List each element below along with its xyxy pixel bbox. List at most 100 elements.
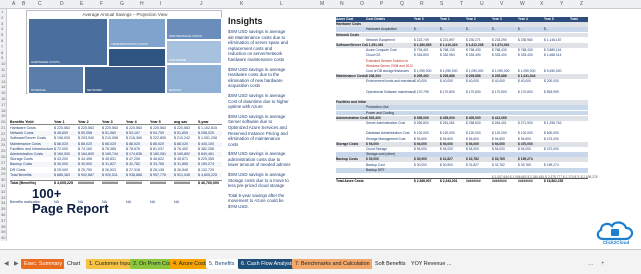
- row-number[interactable]: 14: [1, 84, 5, 89]
- row-number[interactable]: 3: [1, 21, 3, 26]
- summary-cell: $ 220,563: [150, 126, 166, 130]
- cost-cell: Server Administration Cost: [366, 121, 406, 125]
- column-header[interactable]: L: [280, 1, 283, 7]
- row-number[interactable]: 36: [1, 212, 5, 217]
- treemap-cell[interactable]: MAINTENANCE COSTS: [166, 18, 222, 40]
- row-number[interactable]: 25: [1, 148, 5, 153]
- cost-cell: $ 205,886: [440, 74, 455, 79]
- row-number[interactable]: 29: [1, 171, 5, 176]
- column-header[interactable]: P: [380, 1, 383, 7]
- cost-cell: $ 40,000: [492, 79, 505, 84]
- column-header[interactable]: B: [22, 1, 25, 7]
- row-number[interactable]: 39: [1, 229, 5, 234]
- sheet-tab[interactable]: 1. Customer Input: [86, 259, 135, 269]
- cost-cell: $ 94,600: [518, 136, 531, 141]
- cost-table-row: Backup Costs $ 30,000 $ 30,900 $ 31,827 $ 32…: [336, 157, 588, 163]
- tab-scroll-right-icon[interactable]: ▶: [14, 259, 19, 269]
- row-number[interactable]: 40: [1, 235, 5, 240]
- cost-table-row: Administration Costs$ 525,400 $ 395,000 $ …: [336, 115, 588, 121]
- column-header[interactable]: S: [440, 1, 443, 7]
- column-header[interactable]: Y: [560, 1, 563, 7]
- row-number[interactable]: 15: [1, 90, 5, 95]
- row-number[interactable]: 9: [1, 55, 3, 60]
- column-header[interactable]: I: [160, 1, 161, 7]
- row-number[interactable]: 21: [1, 125, 5, 130]
- row-number[interactable]: 1: [1, 9, 3, 14]
- column-header[interactable]: V: [500, 1, 503, 7]
- sheet-tab[interactable]: 7. Benchmarks and Calculation: [292, 259, 373, 269]
- column-header[interactable]: T: [460, 1, 463, 7]
- more-tabs-button[interactable]: ...: [588, 259, 593, 269]
- column-header[interactable]: A: [12, 1, 15, 7]
- row-number[interactable]: 31: [1, 183, 5, 188]
- row-number[interactable]: 23: [1, 137, 5, 142]
- column-header[interactable]: K: [240, 1, 243, 7]
- cost-cell: Network Costs: [336, 32, 360, 37]
- row-number[interactable]: 37: [1, 218, 5, 223]
- tab-scroll-left-icon[interactable]: ◀: [4, 259, 9, 269]
- row-number[interactable]: 16: [1, 96, 5, 101]
- row-number[interactable]: 22: [1, 131, 5, 136]
- column-header[interactable]: Z: [580, 1, 583, 7]
- add-sheet-button[interactable]: +: [601, 259, 605, 269]
- row-number[interactable]: 13: [1, 79, 5, 84]
- row-number[interactable]: 28: [1, 166, 5, 171]
- insight-paragraph: $XM USD savings in average Storage costs…: [228, 172, 289, 189]
- treemap-cell[interactable]: STORAGE: [28, 66, 84, 94]
- column-header[interactable]: H: [140, 1, 144, 7]
- row-number[interactable]: 10: [1, 61, 5, 66]
- treemap-cell[interactable]: BACKUP: [166, 64, 222, 94]
- row-number[interactable]: 2: [1, 15, 3, 20]
- row-number[interactable]: 32: [1, 189, 5, 194]
- column-header[interactable]: O: [360, 1, 364, 7]
- cost-cell: Total Azure Costs: [336, 179, 364, 184]
- row-number[interactable]: 5: [1, 32, 3, 37]
- column-header[interactable]: N: [340, 1, 344, 7]
- row-number[interactable]: 18: [1, 108, 5, 113]
- row-number[interactable]: 30: [1, 177, 5, 182]
- treemap-cell[interactable]: ADMINISTRATION COSTS: [108, 18, 166, 48]
- column-header[interactable]: R: [420, 1, 424, 7]
- treemap-chart[interactable]: Average Annual Savings – Projection View…: [26, 10, 222, 94]
- row-number[interactable]: 35: [1, 206, 5, 211]
- row-number[interactable]: 4: [1, 26, 3, 31]
- column-header[interactable]: U: [480, 1, 484, 7]
- row-number[interactable]: 8: [1, 50, 3, 55]
- treemap-cell[interactable]: HARDWARE COSTS: [28, 18, 108, 66]
- sheet-tab[interactable]: 6. Cash Flow Analysis: [238, 259, 297, 269]
- column-header[interactable]: F: [100, 1, 103, 7]
- row-number[interactable]: 6: [1, 38, 3, 43]
- sheet-tab[interactable]: Exec. Summary: [21, 259, 66, 269]
- row-number[interactable]: 11: [1, 67, 5, 72]
- row-number[interactable]: 24: [1, 142, 5, 147]
- column-header[interactable]: C: [38, 1, 42, 7]
- row-number[interactable]: 12: [1, 73, 5, 78]
- column-header[interactable]: Q: [400, 1, 404, 7]
- row-number[interactable]: 20: [1, 119, 5, 124]
- column-header[interactable]: D: [60, 1, 64, 7]
- column-header[interactable]: G: [120, 1, 124, 7]
- column-header[interactable]: W: [520, 1, 525, 7]
- row-number[interactable]: 26: [1, 154, 5, 159]
- sheet-tab[interactable]: 5. Benefits: [206, 259, 238, 269]
- column-header[interactable]: J: [200, 1, 203, 7]
- row-number[interactable]: 19: [1, 113, 5, 118]
- column-header[interactable]: M: [320, 1, 324, 7]
- row-number[interactable]: 7: [1, 44, 3, 49]
- row-number[interactable]: 34: [1, 200, 5, 205]
- summary-cell: $ 31,827: [102, 162, 116, 167]
- cost-cell: Cloud Storage: [366, 147, 388, 151]
- row-number[interactable]: 33: [1, 195, 5, 200]
- treemap-cell-label: MAINTENANCE COSTS: [169, 34, 203, 38]
- sheet-tab[interactable]: Soft Benefits: [372, 259, 409, 269]
- column-header[interactable]: E: [80, 1, 83, 7]
- sheet-tab[interactable]: Chart: [64, 259, 84, 269]
- sheet-tab[interactable]: 4. Azure Costs: [170, 259, 212, 269]
- row-number[interactable]: 38: [1, 224, 5, 229]
- row-number[interactable]: 27: [1, 160, 5, 165]
- treemap-cell[interactable]: NETWORK: [84, 66, 166, 94]
- treemap-cell[interactable]: SOFTWARE: [166, 40, 222, 64]
- column-header[interactable]: X: [540, 1, 543, 7]
- sheet-tab[interactable]: YOY Revenue ...: [408, 259, 455, 269]
- row-number[interactable]: 17: [1, 102, 5, 107]
